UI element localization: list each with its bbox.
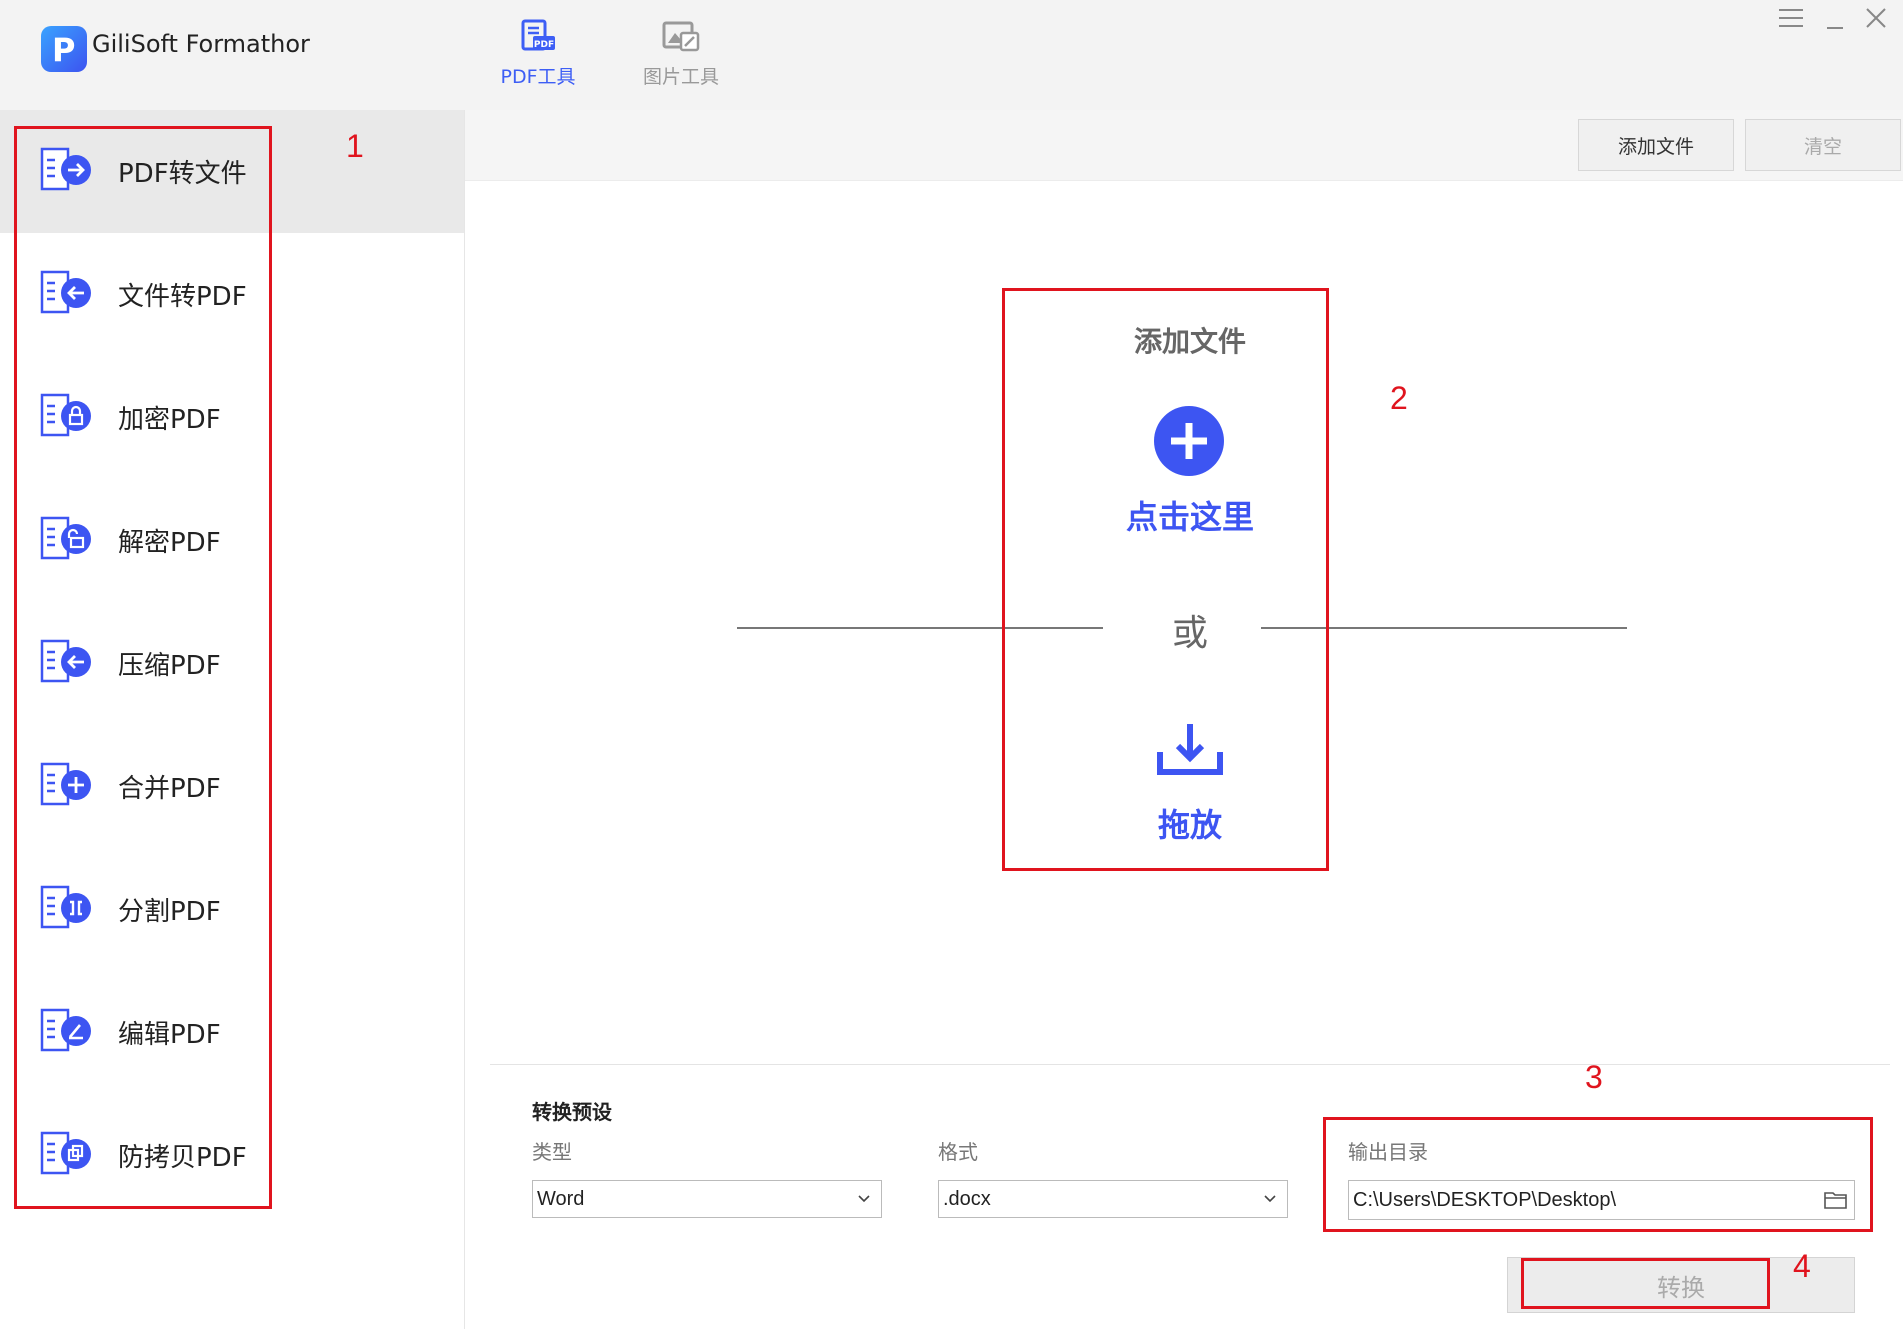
chevron-down-icon <box>1264 1195 1276 1203</box>
annotation-box-2 <box>1002 288 1329 871</box>
type-select-value: Word <box>537 1187 585 1210</box>
annotation-number-4: 4 <box>1793 1248 1811 1284</box>
tab-image-tools[interactable]: 图片工具 <box>621 16 741 89</box>
annotation-box-4 <box>1521 1258 1770 1309</box>
annotation-box-3 <box>1323 1117 1873 1232</box>
tab-pdf-tools[interactable]: PDF PDF工具 <box>478 16 598 89</box>
app-title: GiliSoft Formathor <box>92 30 310 58</box>
image-tool-icon <box>621 16 741 56</box>
chevron-down-icon <box>858 1195 870 1203</box>
format-select-value: .docx <box>943 1187 991 1210</box>
annotation-number-3: 3 <box>1585 1059 1603 1095</box>
type-select[interactable]: Word <box>532 1180 882 1218</box>
annotation-box-1 <box>14 126 272 1209</box>
add-file-button[interactable]: 添加文件 <box>1578 119 1734 171</box>
format-select[interactable]: .docx <box>938 1180 1288 1218</box>
minimize-icon[interactable] <box>1826 6 1844 37</box>
clear-button[interactable]: 清空 <box>1745 119 1901 171</box>
app-logo: P <box>41 26 87 72</box>
annotation-number-1: 1 <box>346 128 364 164</box>
type-label: 类型 <box>532 1140 572 1164</box>
tab-image-tools-label: 图片工具 <box>642 66 719 88</box>
svg-text:PDF: PDF <box>534 40 554 50</box>
annotation-number-2: 2 <box>1390 380 1408 416</box>
pdf-tool-icon: PDF <box>478 16 598 56</box>
tab-pdf-tools-label: PDF工具 <box>500 66 576 88</box>
preset-title: 转换预设 <box>532 1100 612 1124</box>
format-label: 格式 <box>938 1140 978 1164</box>
menu-icon[interactable] <box>1778 6 1804 34</box>
settings-divider <box>490 1064 1890 1065</box>
close-icon[interactable] <box>1865 6 1887 34</box>
